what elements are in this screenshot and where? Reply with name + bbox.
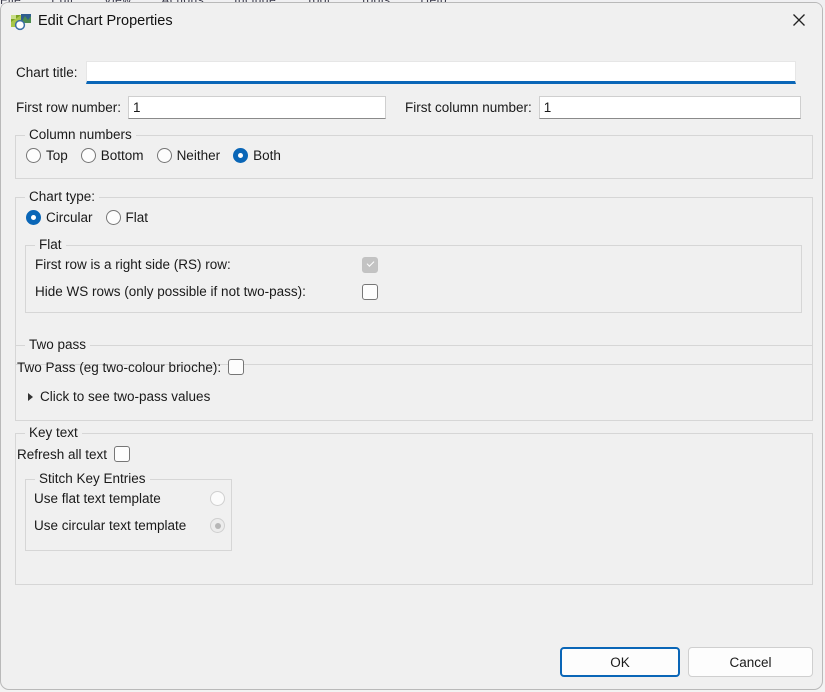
first-row-number-label: First row number: [16, 100, 122, 115]
first-row-number-row: First row number: 1 [16, 96, 387, 119]
key-text-group: Key text Refresh all text Stitch Key Ent… [15, 425, 813, 585]
column-numbers-group: Column numbers Top Bottom Neither Both [15, 127, 813, 179]
radio-label: Neither [176, 148, 221, 163]
refresh-all-text-row: Refresh all text [17, 446, 131, 462]
hide-ws-rows-label: Hide WS rows (only possible if not two-p… [35, 284, 306, 299]
chart-title-row: Chart title: [16, 61, 811, 84]
radio-icon-selected [26, 210, 41, 225]
radio-chart-type-circular[interactable]: Circular [26, 210, 93, 225]
first-column-number-input[interactable]: 1 [538, 96, 801, 119]
radio-icon [105, 210, 121, 225]
radio-label: Circular [46, 210, 93, 225]
triangle-right-icon [28, 392, 33, 401]
radio-icon [80, 148, 96, 163]
two-pass-values-label: Click to see two-pass values [40, 389, 211, 404]
chart-type-group: Chart type: Circular Flat Flat First row… [15, 189, 813, 365]
use-flat-text-template-row: Use flat text template [34, 491, 225, 506]
dialog-titlebar: Edit Chart Properties [1, 3, 822, 39]
radio-column-numbers-neither[interactable]: Neither [156, 148, 221, 163]
use-flat-text-template-label: Use flat text template [34, 491, 161, 506]
refresh-all-text-label: Refresh all text [17, 446, 108, 462]
checkbox-refresh-all-text[interactable] [114, 446, 131, 462]
first-row-rs-label: First row is a right side (RS) row: [35, 257, 231, 272]
radio-icon-selected [233, 148, 249, 163]
key-text-legend: Key text [25, 425, 82, 440]
two-pass-row: Two Pass (eg two-colour brioche): [17, 359, 245, 375]
radio-use-flat-text-template [210, 491, 225, 506]
radio-label: Top [46, 148, 68, 163]
chart-type-legend: Chart type: [25, 189, 100, 204]
two-pass-label: Two Pass (eg two-colour brioche): [17, 359, 222, 375]
checkbox-first-row-is-rs [362, 256, 378, 273]
first-row-number-input[interactable]: 1 [128, 96, 387, 119]
cancel-button[interactable]: Cancel [688, 647, 813, 677]
radio-label: Both [253, 148, 281, 163]
radio-icon [156, 148, 172, 163]
ok-button[interactable]: OK [560, 647, 680, 677]
close-icon[interactable] [776, 3, 822, 37]
two-pass-values-disclosure[interactable]: Click to see two-pass values [28, 389, 210, 404]
radio-use-circular-text-template-selected [210, 518, 225, 533]
two-pass-legend: Two pass [25, 337, 91, 352]
first-column-number-label: First column number: [405, 100, 532, 115]
stitch-key-entries-subgroup: Stitch Key Entries Use flat text templat… [25, 471, 232, 551]
dialog-content: Chart title: First row number: 1 First c… [1, 39, 822, 689]
first-row-rs-row: First row is a right side (RS) row: [35, 256, 378, 273]
edit-chart-properties-dialog: Edit Chart Properties Chart title: First… [0, 2, 823, 690]
stitch-key-entries-legend: Stitch Key Entries [35, 471, 150, 486]
dialog-title: Edit Chart Properties [38, 13, 173, 29]
radio-label: Flat [125, 210, 149, 225]
radio-label: Bottom [100, 148, 144, 163]
flat-subgroup: Flat First row is a right side (RS) row:… [25, 237, 802, 313]
radio-column-numbers-top[interactable]: Top [26, 148, 68, 163]
flat-subgroup-legend: Flat [35, 237, 66, 252]
checkbox-hide-ws-rows[interactable] [362, 283, 378, 300]
first-column-number-row: First column number: 1 [405, 96, 801, 119]
radio-column-numbers-both[interactable]: Both [233, 148, 281, 163]
checkbox-two-pass[interactable] [228, 359, 245, 375]
use-circular-text-template-row: Use circular text template [34, 518, 225, 533]
two-pass-group: Two pass Two Pass (eg two-colour brioche… [15, 337, 813, 421]
hide-ws-rows-row: Hide WS rows (only possible if not two-p… [35, 283, 378, 300]
radio-chart-type-flat[interactable]: Flat [105, 210, 149, 225]
column-numbers-legend: Column numbers [25, 127, 136, 142]
use-circular-text-template-label: Use circular text template [34, 518, 187, 533]
chart-title-input[interactable] [85, 61, 796, 84]
chart-title-label: Chart title: [16, 65, 78, 80]
radio-column-numbers-bottom[interactable]: Bottom [80, 148, 144, 163]
radio-icon [26, 148, 41, 163]
chart-properties-icon [10, 10, 32, 32]
